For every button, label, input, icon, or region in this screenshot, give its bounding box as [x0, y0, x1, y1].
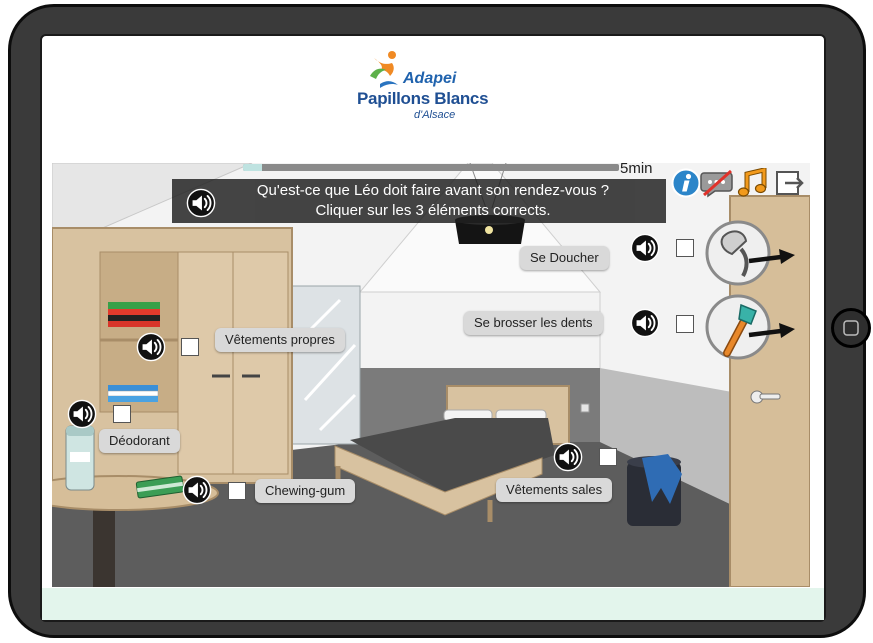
choice-speaker-icon[interactable]: [136, 332, 166, 362]
choice-checkbox-se-brosser-les-dents[interactable]: [676, 315, 694, 333]
scene-illustration: [52, 163, 810, 587]
choice-label-vetements-sales: Vêtements sales: [496, 478, 613, 502]
shower-icon[interactable]: [705, 219, 797, 287]
choice-label-se-brosser-les-dents: Se brosser les dents: [464, 311, 603, 335]
timer-label: 5min: [620, 160, 653, 177]
home-button[interactable]: [831, 308, 871, 348]
choice-label-se-doucher: Se Doucher: [520, 246, 609, 270]
butterfly-figure-logo-icon: [370, 51, 398, 88]
choice-speaker-icon[interactable]: [67, 399, 97, 429]
choice-label-deodorant: Déodorant: [99, 429, 180, 453]
choice-speaker-icon[interactable]: [182, 475, 212, 505]
question-line-2: Cliquer sur les 3 éléments corrects.: [315, 202, 551, 219]
choice-checkbox-vetements-sales[interactable]: [599, 448, 617, 466]
logo-name: Papillons Blancs: [357, 89, 489, 108]
choice-speaker-icon[interactable]: [630, 308, 660, 338]
speech-off-icon[interactable]: [700, 168, 734, 198]
question-speaker-icon[interactable]: [186, 188, 216, 218]
question-line-1: Qu'est-ce que Léo doit faire avant son r…: [256, 182, 610, 199]
timer-progress-fill: [243, 164, 262, 171]
info-icon[interactable]: [671, 168, 701, 198]
logo-region: d'Alsace: [414, 109, 456, 121]
choice-speaker-icon[interactable]: [553, 442, 583, 472]
logo-brand: Adapei: [403, 70, 457, 87]
exit-icon[interactable]: [774, 168, 806, 198]
choice-label-chewing-gum: Chewing-gum: [255, 479, 356, 503]
choice-checkbox-deodorant[interactable]: [113, 405, 131, 423]
timer-bar: [243, 164, 619, 171]
bottom-strip: [42, 588, 824, 620]
choice-checkbox-vetements-propres[interactable]: [181, 338, 199, 356]
choice-checkbox-se-doucher[interactable]: [676, 239, 694, 257]
choice-speaker-icon[interactable]: [630, 233, 660, 263]
question-banner: Qu'est-ce que Léo doit faire avant son r…: [172, 179, 666, 223]
music-icon[interactable]: [737, 168, 769, 198]
toothbrush-icon[interactable]: [705, 293, 797, 361]
choice-checkbox-chewing-gum[interactable]: [228, 482, 246, 500]
choice-label-vetements-propres: Vêtements propres: [215, 328, 345, 352]
